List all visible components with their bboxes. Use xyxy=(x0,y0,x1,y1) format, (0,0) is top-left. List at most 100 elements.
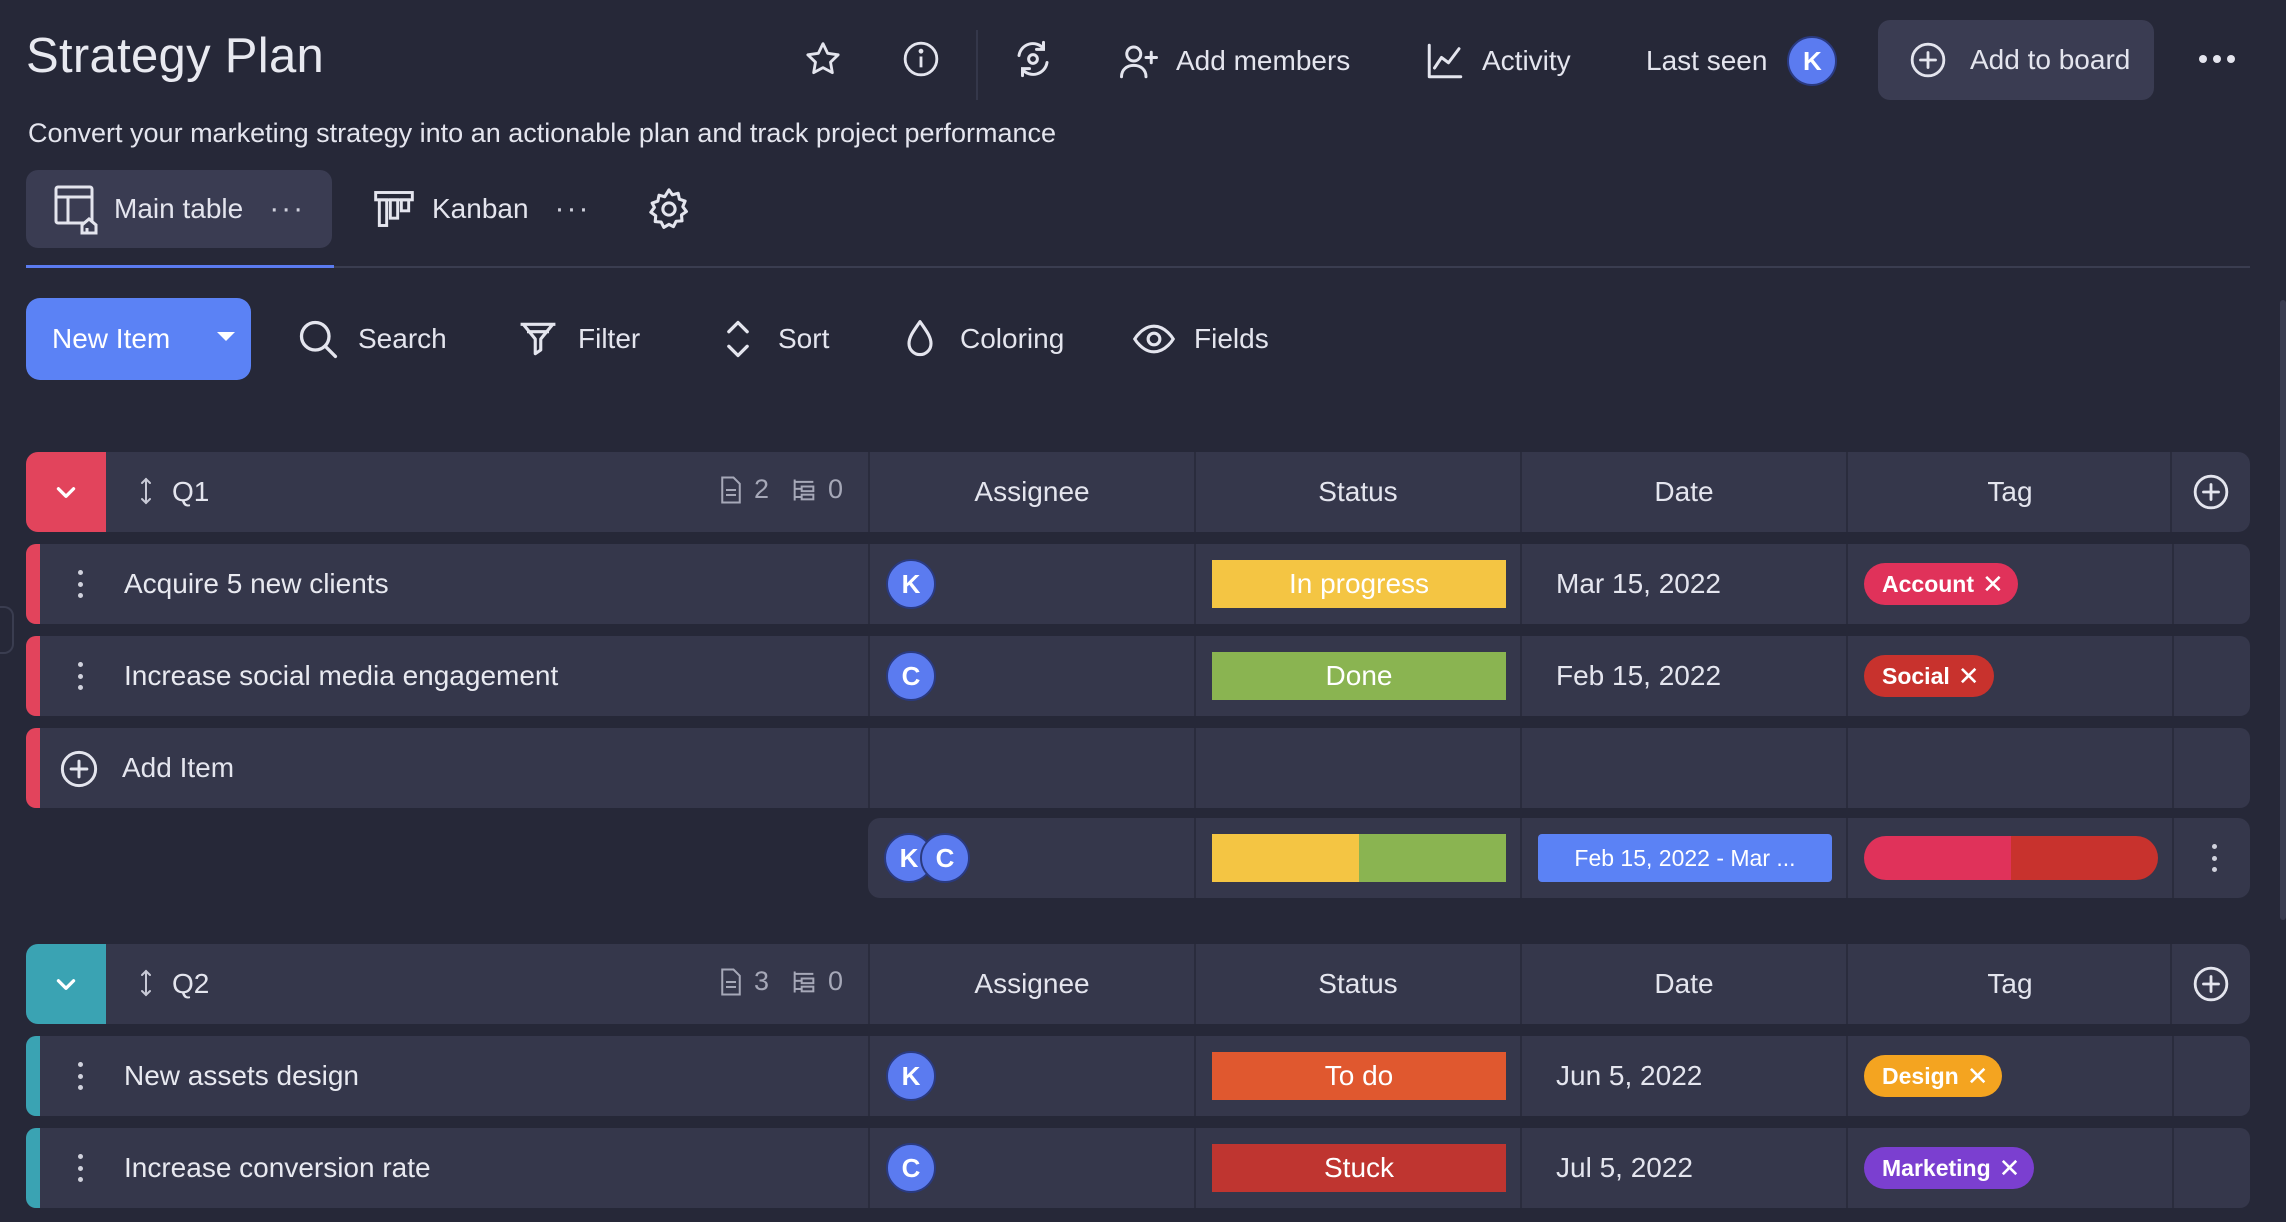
empty-cell xyxy=(1194,728,1520,808)
close-icon[interactable]: ✕ xyxy=(1958,661,1980,692)
coloring-label: Coloring xyxy=(960,323,1065,354)
group-collapse-toggle[interactable] xyxy=(26,944,106,1024)
sidebar-expand-handle[interactable] xyxy=(0,606,14,654)
drag-handle-icon[interactable] xyxy=(138,968,154,1005)
row-color-bar xyxy=(26,636,40,716)
items-count: 2 xyxy=(718,474,769,505)
tag-cell[interactable]: Account ✕ xyxy=(1846,544,2172,624)
date-cell[interactable]: Mar 15, 2022 xyxy=(1520,544,1846,624)
group-collapse-toggle[interactable] xyxy=(26,452,106,532)
add-user-icon xyxy=(1120,45,1158,79)
more-vertical-icon[interactable] xyxy=(2210,840,2218,876)
table-row[interactable]: Increase conversion rate C Stuck Jul 5, … xyxy=(26,1128,2250,1208)
tab-kanban[interactable]: Kanban ··· xyxy=(372,170,602,248)
column-header-date[interactable]: Date xyxy=(1520,944,1846,1024)
filter-button[interactable]: Filter xyxy=(516,314,640,364)
star-icon[interactable] xyxy=(796,32,850,86)
date-value: Feb 15, 2022 xyxy=(1556,660,1722,691)
item-name[interactable]: Increase conversion rate xyxy=(124,1152,431,1184)
group-header: Q1 2 0 Assignee Status Date Tag xyxy=(26,452,2250,532)
new-item-button[interactable]: New Item xyxy=(26,298,251,380)
status-cell[interactable]: Stuck xyxy=(1194,1128,1520,1208)
item-name[interactable]: Acquire 5 new clients xyxy=(124,568,389,600)
activity-label: Activity xyxy=(1482,45,1571,76)
column-header-status[interactable]: Status xyxy=(1194,452,1520,532)
assignee-cell[interactable]: C xyxy=(868,1128,1194,1208)
more-horizontal-icon[interactable] xyxy=(2190,32,2244,86)
add-members-button[interactable]: Add members xyxy=(1118,36,1350,86)
column-header-assignee[interactable]: Assignee xyxy=(868,452,1194,532)
column-header-date[interactable]: Date xyxy=(1520,452,1846,532)
column-header-assignee[interactable]: Assignee xyxy=(868,944,1194,1024)
close-icon[interactable]: ✕ xyxy=(1967,1061,1989,1092)
group-header: Q2 3 0 Assignee Status Date Tag xyxy=(26,944,2250,1024)
summary-tag[interactable] xyxy=(1846,818,2172,898)
chevron-down-icon[interactable] xyxy=(217,332,235,341)
vertical-scrollbar[interactable] xyxy=(2280,300,2286,920)
status-cell[interactable]: To do xyxy=(1194,1036,1520,1116)
tag-cell[interactable]: Design ✕ xyxy=(1846,1036,2172,1116)
search-label: Search xyxy=(358,323,447,354)
assignee-cell[interactable]: C xyxy=(868,636,1194,716)
item-name[interactable]: Increase social media engagement xyxy=(124,660,558,692)
group-name[interactable]: Q2 xyxy=(172,968,209,1000)
status-segment-in-progress xyxy=(1212,834,1359,882)
column-header-tag[interactable]: Tag xyxy=(1846,944,2172,1024)
subitems-count: 0 xyxy=(790,966,843,997)
document-icon xyxy=(721,968,741,995)
add-item-row[interactable]: Add Item xyxy=(26,728,2250,808)
sort-button[interactable]: Sort xyxy=(716,314,829,364)
last-seen-button[interactable]: Last seen K xyxy=(1646,36,1838,86)
search-button[interactable]: Search xyxy=(296,314,447,364)
status-badge: Stuck xyxy=(1212,1144,1506,1192)
date-cell[interactable]: Jun 5, 2022 xyxy=(1520,1036,1846,1116)
fields-button[interactable]: Fields xyxy=(1132,314,1269,364)
assignee-cell[interactable]: K xyxy=(868,1036,1194,1116)
group-name[interactable]: Q1 xyxy=(172,476,209,508)
row-color-bar xyxy=(26,728,40,808)
column-header-tag[interactable]: Tag xyxy=(1846,452,2172,532)
column-header-status[interactable]: Status xyxy=(1194,944,1520,1024)
row-menu-icon[interactable] xyxy=(70,564,90,604)
add-to-board-button[interactable]: Add to board xyxy=(1878,20,2154,100)
row-menu-icon[interactable] xyxy=(70,656,90,696)
drag-handle-icon[interactable] xyxy=(138,476,154,513)
sync-icon[interactable] xyxy=(1006,32,1060,86)
row-menu-icon[interactable] xyxy=(70,1056,90,1096)
activity-button[interactable]: Activity xyxy=(1424,36,1571,86)
item-name[interactable]: New assets design xyxy=(124,1060,359,1092)
tab-main-table-more[interactable]: ··· xyxy=(269,192,305,226)
date-cell[interactable]: Jul 5, 2022 xyxy=(1520,1128,1846,1208)
tag-chip: Design ✕ xyxy=(1864,1055,2003,1097)
summary-menu-cell[interactable] xyxy=(2172,818,2250,898)
table-row[interactable]: Increase social media engagement C Done … xyxy=(26,636,2250,716)
coloring-button[interactable]: Coloring xyxy=(898,314,1064,364)
page-title: Strategy Plan xyxy=(26,29,325,83)
date-cell[interactable]: Feb 15, 2022 xyxy=(1520,636,1846,716)
status-cell[interactable]: In progress xyxy=(1194,544,1520,624)
summary-status[interactable] xyxy=(1194,818,1520,898)
row-menu-icon[interactable] xyxy=(70,1148,90,1188)
items-count: 3 xyxy=(718,966,769,997)
tab-main-table[interactable]: Main table ··· xyxy=(26,170,332,248)
tag-cell[interactable]: Marketing ✕ xyxy=(1846,1128,2172,1208)
document-icon xyxy=(721,476,741,503)
tab-kanban-more[interactable]: ··· xyxy=(555,192,591,226)
close-icon[interactable]: ✕ xyxy=(1999,1153,2021,1184)
status-cell[interactable]: Done xyxy=(1194,636,1520,716)
close-icon[interactable]: ✕ xyxy=(1982,569,2004,600)
summary-date[interactable]: Feb 15, 2022 - Mar ... xyxy=(1520,818,1846,898)
add-column-button[interactable] xyxy=(2170,944,2250,1024)
table-row[interactable]: Acquire 5 new clients K In progress Mar … xyxy=(26,544,2250,624)
tag-cell[interactable]: Social ✕ xyxy=(1846,636,2172,716)
active-tab-indicator xyxy=(26,265,334,268)
info-icon[interactable] xyxy=(894,32,948,86)
tab-main-table-label: Main table xyxy=(114,193,244,224)
views-settings-button[interactable] xyxy=(646,170,716,248)
summary-assignee[interactable]: K C xyxy=(868,818,1194,898)
table-row[interactable]: New assets design K To do Jun 5, 2022 De… xyxy=(26,1036,2250,1116)
subitems-icon xyxy=(793,971,815,992)
add-to-board-label: Add to board xyxy=(1970,44,2131,75)
add-column-button[interactable] xyxy=(2170,452,2250,532)
assignee-cell[interactable]: K xyxy=(868,544,1194,624)
